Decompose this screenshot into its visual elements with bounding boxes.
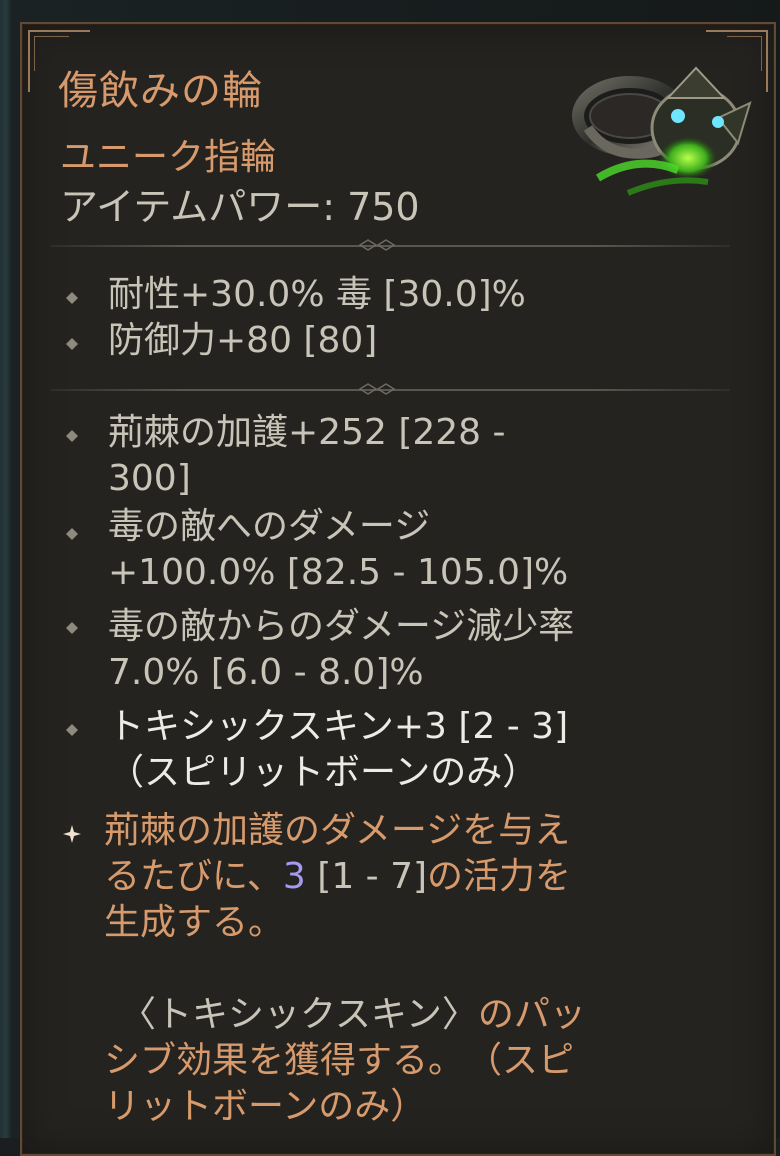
affix-line: 荊棘の加護+252 [228 -	[108, 412, 506, 453]
unique-power-text: の活力を	[427, 856, 572, 897]
item-power: アイテムパワー: 750	[60, 185, 420, 229]
unique-power-line: るたびに、3 [1 - 7]の活力を	[104, 854, 586, 900]
affix-line: トキシックスキン+3 [2 - 3]	[108, 706, 569, 747]
unique-power-line: シブ効果を獲得する。 （スピ	[104, 1038, 586, 1084]
affix-stat-poison-damage: 毒の敵へのダメージ +100.0% [82.5 - 105.0]%	[108, 504, 568, 596]
diamond-bullet-icon	[66, 724, 78, 736]
implicit-stat-defense: 防御力+80 [80]	[108, 320, 378, 361]
unique-power-line: 荊棘の加護のダメージを与え	[104, 810, 571, 851]
star-bullet-icon	[63, 825, 81, 843]
unique-power-text: （スピ	[484, 1040, 575, 1081]
unique-power-range: [1 - 7]	[305, 856, 428, 897]
affix-line: 毒の敵へのダメージ	[108, 506, 431, 547]
affix-line: 7.0% [6.0 - 8.0]%	[108, 652, 424, 693]
unique-power-line: リットボーンのみ）	[104, 1086, 427, 1127]
divider-ornament-icon	[358, 239, 396, 251]
diamond-bullet-icon	[66, 622, 78, 634]
affix-stat-damage-reduction: 毒の敵からのダメージ減少率 7.0% [6.0 - 8.0]%	[108, 604, 574, 696]
affix-line: 300]	[108, 458, 191, 499]
unique-power-text: るたびに、	[104, 856, 283, 897]
unique-power-text: のパッ	[477, 994, 586, 1035]
ring-icon	[572, 66, 752, 196]
diamond-bullet-icon	[66, 292, 78, 304]
unique-power-line: 生成する。	[104, 902, 285, 943]
affix-line: （スピリットボーンのみ）	[108, 752, 539, 793]
implicit-stat-resistance: 耐性+30.0% 毒 [30.0]%	[108, 274, 526, 315]
unique-power-value: 3	[282, 856, 306, 897]
unique-power-description: 荊棘の加護のダメージを与え るたびに、3 [1 - 7]の活力を 生成する。 〈…	[104, 808, 586, 1130]
diamond-bullet-icon	[66, 338, 78, 350]
unique-power-line: 〈トキシックスキン〉のパッ	[104, 992, 586, 1038]
affix-line: 毒の敵からのダメージ減少率	[108, 606, 575, 647]
item-rarity: ユニーク指輪	[60, 137, 277, 178]
divider-ornament-icon	[358, 383, 396, 395]
affix-stat-toxic-skin: トキシックスキン+3 [2 - 3] （スピリットボーンのみ）	[108, 704, 568, 796]
passive-skill-name: 〈トキシックスキン〉	[120, 994, 478, 1035]
unique-power-text: シブ効果を獲得する。	[104, 1040, 465, 1081]
diamond-bullet-icon	[66, 430, 78, 442]
item-name: 傷飲みの輪	[58, 68, 263, 114]
affix-stat-thorns: 荊棘の加護+252 [228 - 300]	[108, 410, 506, 502]
diamond-bullet-icon	[66, 528, 78, 540]
affix-line: +100.0% [82.5 - 105.0]%	[108, 552, 569, 593]
